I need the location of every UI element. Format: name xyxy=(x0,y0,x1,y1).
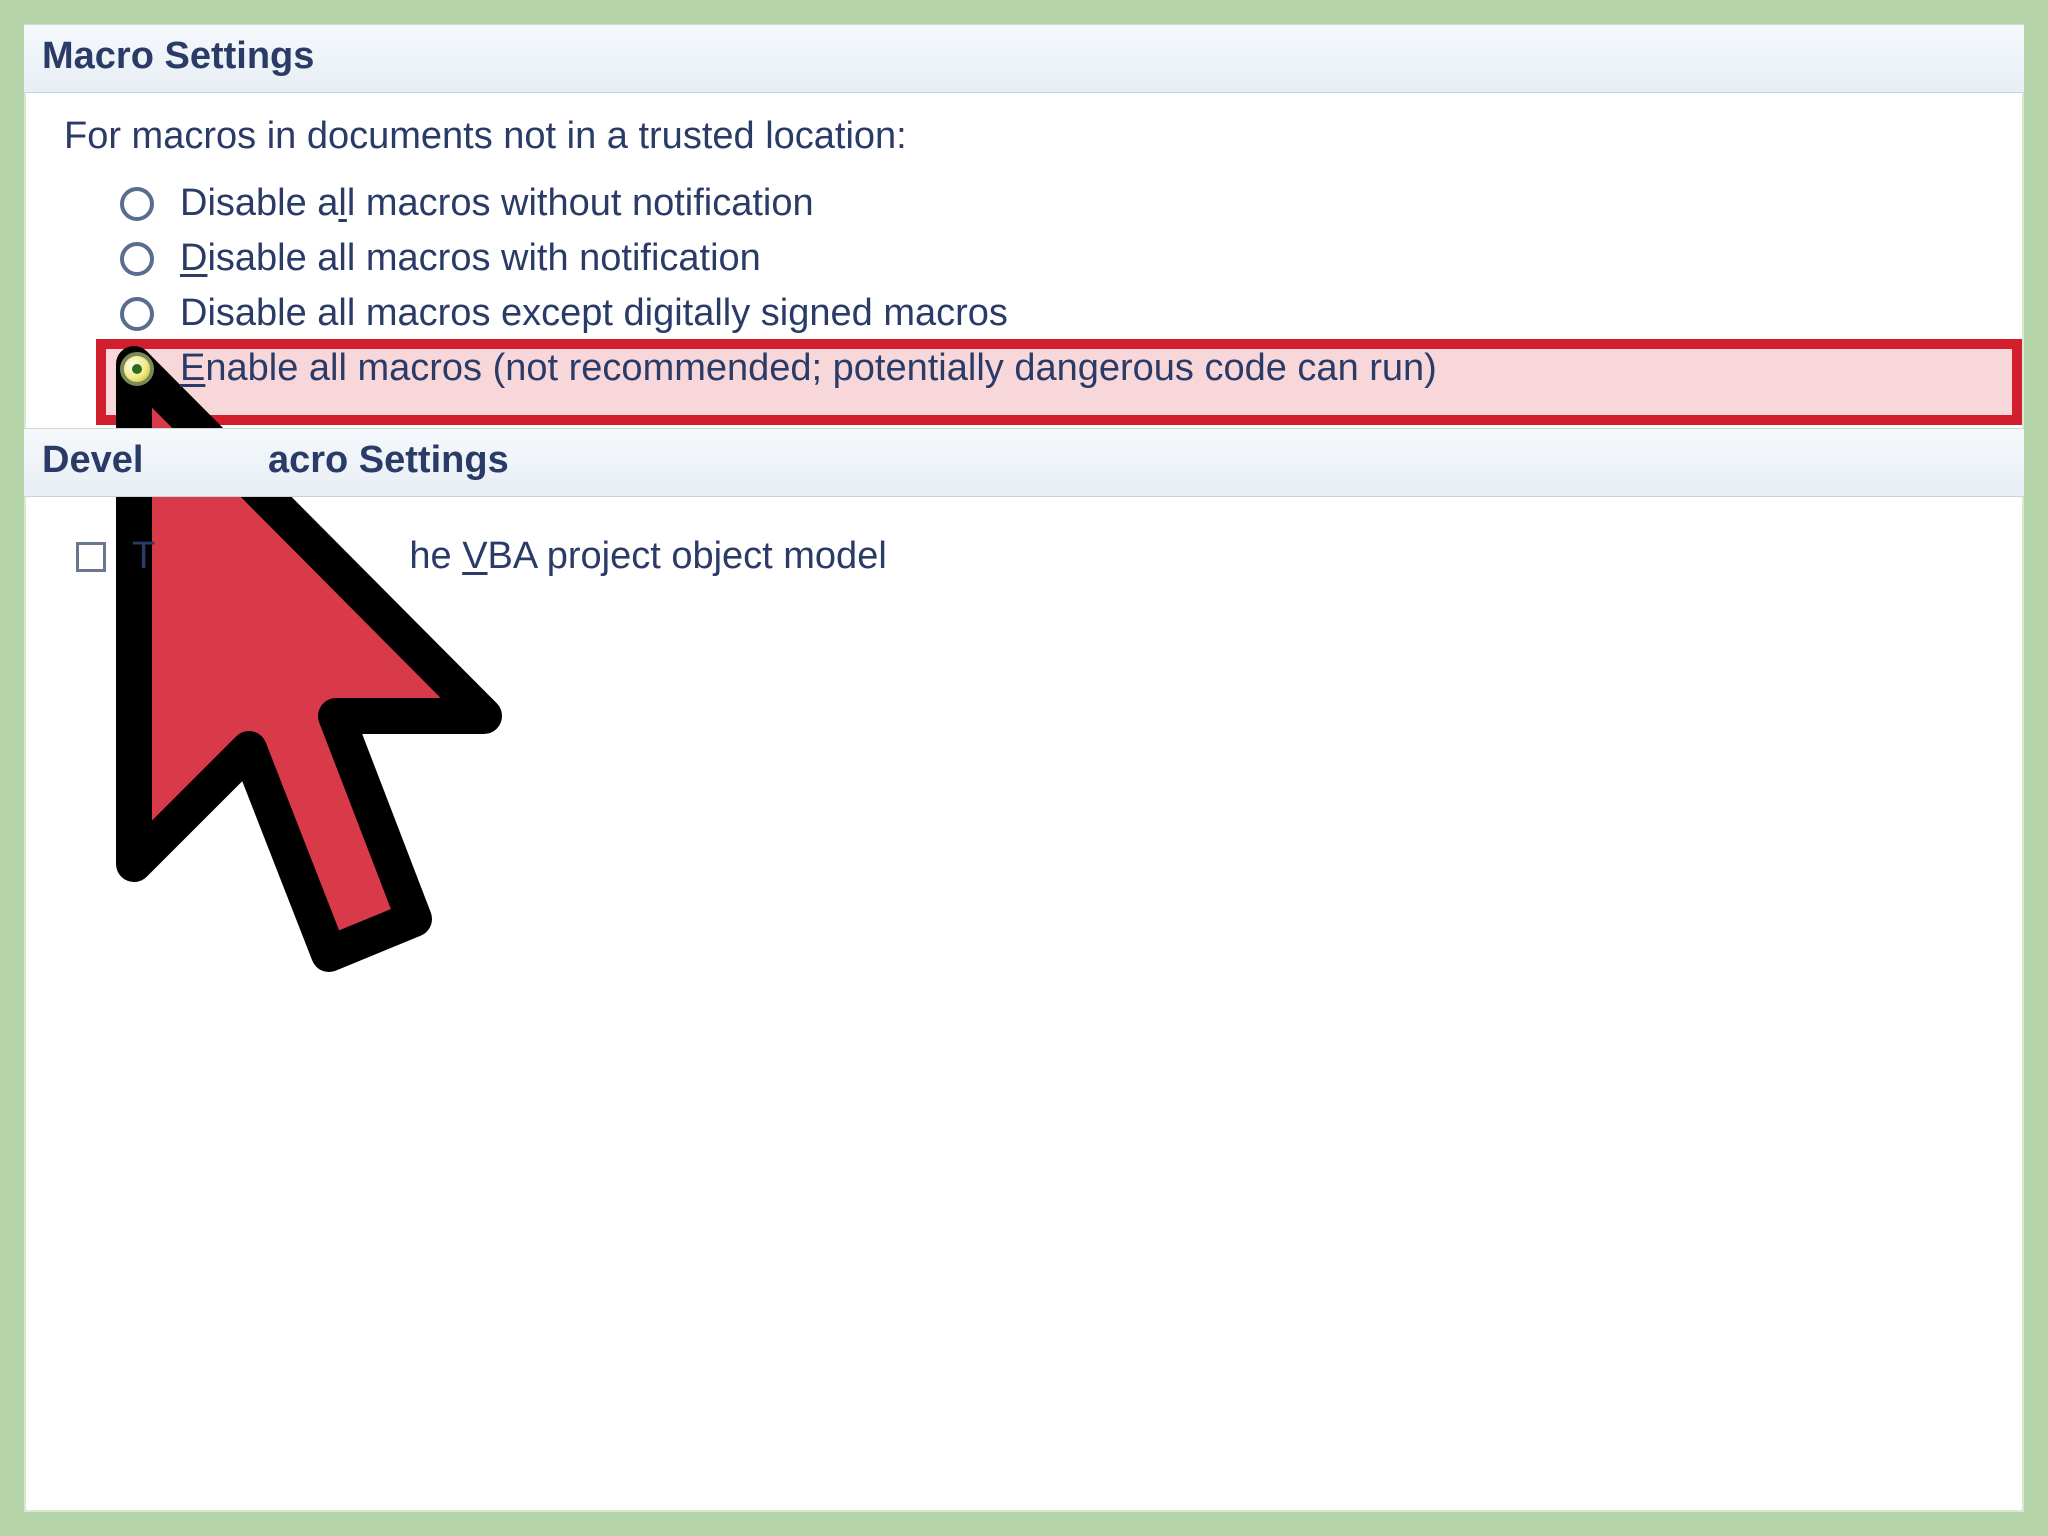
macro-settings-intro: For macros in documents not in a trusted… xyxy=(64,115,2006,158)
checkbox-trust-vba-access[interactable]: Trust access to the VBA project object m… xyxy=(64,519,2006,584)
radio-disable-with-notification[interactable]: Disable all macros with notification xyxy=(64,231,2006,286)
radio-icon xyxy=(120,297,154,331)
radio-label: Disable all macros without notification xyxy=(180,182,814,225)
radio-label: Disable all macros with notification xyxy=(180,237,761,280)
macro-settings-header: Macro Settings xyxy=(24,24,2024,93)
macro-settings-title: Macro Settings xyxy=(42,35,314,77)
settings-panel: Macro Settings For macros in documents n… xyxy=(24,24,2024,1512)
developer-macro-settings-body: Trust access to the VBA project object m… xyxy=(24,497,2024,612)
radio-label: Enable all macros (not recommended; pote… xyxy=(180,347,1437,390)
radio-icon xyxy=(120,187,154,221)
checkbox-icon xyxy=(76,542,106,572)
radio-disable-except-signed[interactable]: Disable all macros except digitally sign… xyxy=(64,286,2006,341)
radio-disable-without-notification[interactable]: Disable all macros without notification xyxy=(64,176,2006,231)
radio-icon xyxy=(120,352,154,386)
developer-macro-settings-header: Developer Macro Settings xyxy=(24,428,2024,497)
radio-enable-all-macros[interactable]: Enable all macros (not recommended; pote… xyxy=(64,341,2006,396)
radio-label: Disable all macros except digitally sign… xyxy=(180,292,1008,335)
radio-icon xyxy=(120,242,154,276)
developer-macro-settings-title: Developer Macro Settings xyxy=(42,439,509,481)
macro-settings-body: For macros in documents not in a trusted… xyxy=(24,93,2024,424)
checkbox-label: Trust access to the VBA project object m… xyxy=(132,535,887,578)
